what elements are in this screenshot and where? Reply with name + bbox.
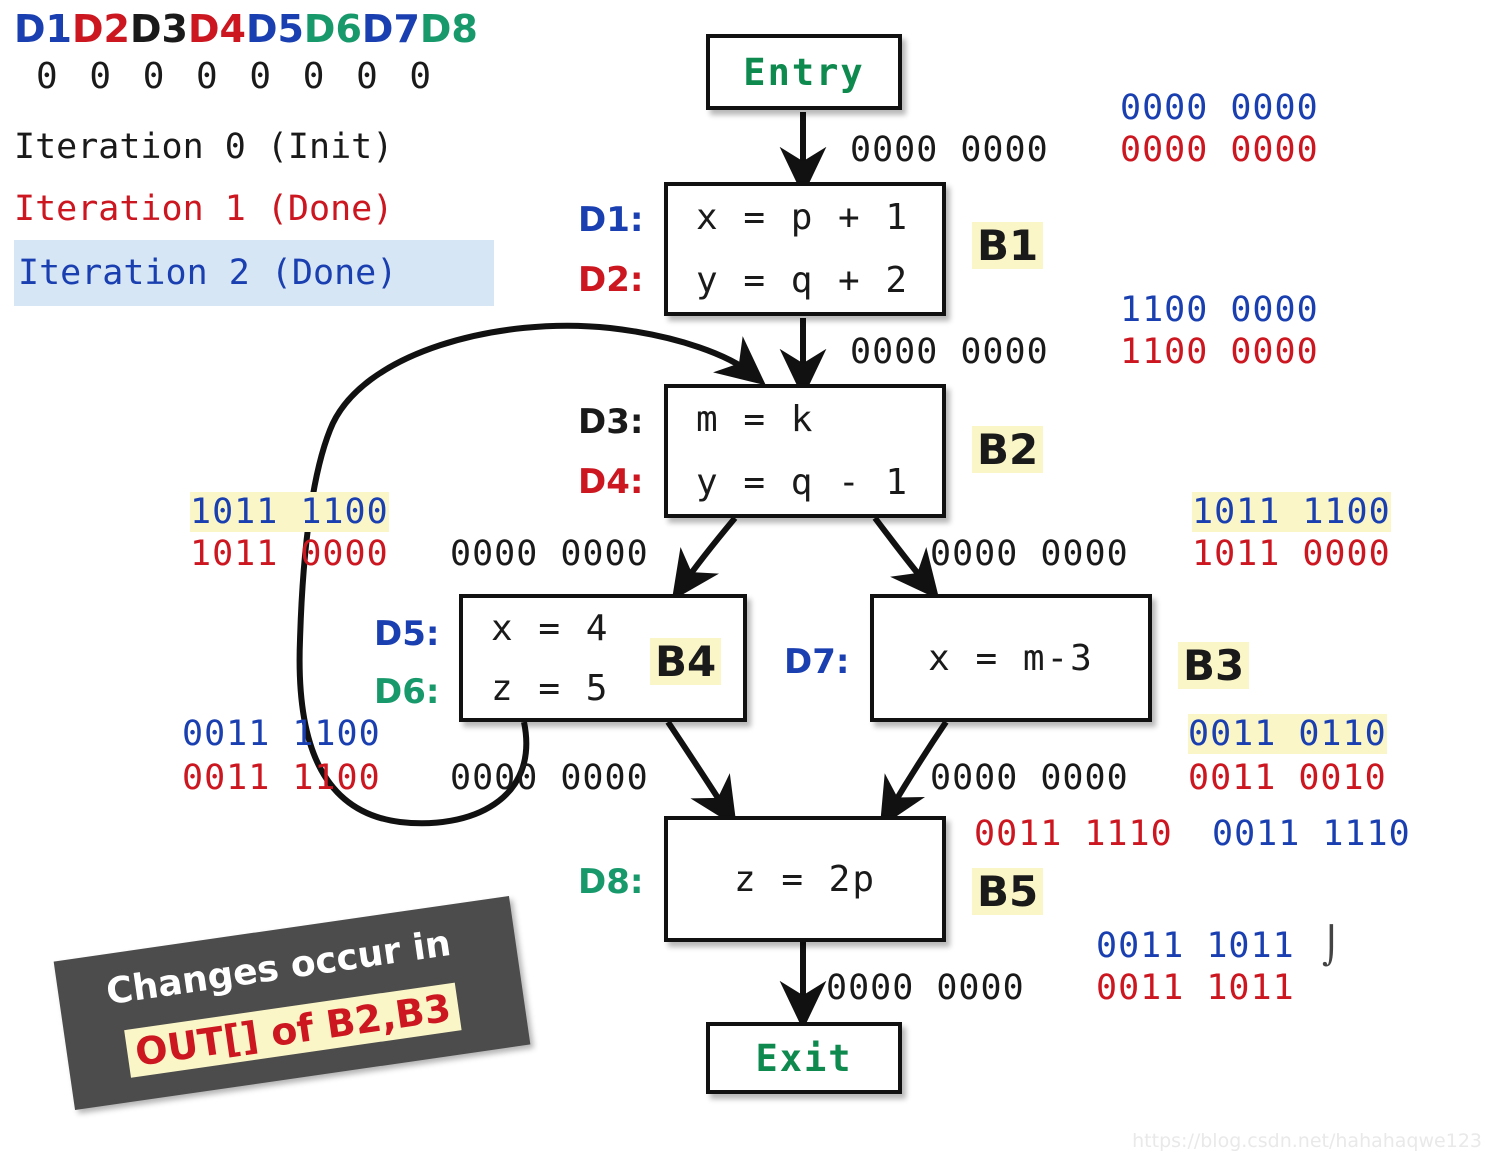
legend-bit-positions: 0 0 0 0 0 0 0 0	[36, 56, 437, 97]
bits-b2-out-black: 0000 0000	[930, 534, 1129, 574]
block-b1-stmt-1: y = q + 2	[696, 260, 910, 301]
legend-def-id-5: D6	[303, 7, 362, 51]
block-b2-stmt-0: m = k	[696, 399, 815, 440]
bits-b1-out-blue: 1100 0000	[1120, 290, 1319, 330]
bits-b2-in-blue: 1011 1100	[190, 492, 389, 533]
def-label-d7: D7:	[784, 642, 850, 682]
bits-b5-out-blue: 0011 1011	[1096, 926, 1295, 966]
block-b1-stmt-0: x = p + 1	[696, 197, 910, 238]
exit-label: Exit	[755, 1036, 853, 1080]
text-cursor-icon: ⌡	[1322, 926, 1341, 967]
bits-b2-out-red: 1011 0000	[1192, 534, 1391, 574]
dataflow-analysis-diagram: D1D2D3D4D5D6D7D8 0 0 0 0 0 0 0 0 Iterati…	[0, 0, 1490, 1158]
legend-def-id-1: D2	[71, 7, 130, 51]
entry-node[interactable]: Entry	[706, 34, 902, 110]
def-label-d6: D6:	[374, 672, 440, 712]
legend-iteration-2: Iteration 2 (Done)	[14, 240, 494, 306]
def-label-d4: D4:	[578, 462, 644, 502]
entry-label: Entry	[743, 50, 865, 94]
block-b3-stmt-0: x = m-3	[928, 637, 1094, 679]
bits-b5-out-black: 0000 0000	[826, 968, 1025, 1008]
bits-entry-out-black: 0000 0000	[850, 130, 1049, 170]
bits-b2-out-blue: 1011 1100	[1192, 492, 1391, 533]
bits-b1-out-black: 0000 0000	[850, 332, 1049, 372]
block-b1[interactable]: x = p + 1 y = q + 2	[664, 182, 946, 316]
bits-b3-out-black: 0000 0000	[930, 758, 1129, 798]
def-label-d8: D8:	[578, 862, 644, 902]
bits-b3-out-blue: 0011 0110	[1188, 714, 1387, 755]
block-badge-b2: B2	[972, 426, 1044, 473]
annotation-sticker: Changes occur in OUT[] of B2,B3	[53, 895, 531, 1111]
def-label-d2: D2:	[578, 260, 644, 300]
bits-b4-out-red: 0011 1100	[182, 758, 381, 798]
legend: D1D2D3D4D5D6D7D8 0 0 0 0 0 0 0 0 Iterati…	[14, 6, 494, 306]
bits-b5-in-red: 0011 1110	[974, 814, 1173, 854]
legend-def-ids-row: D1D2D3D4D5D6D7D8	[14, 6, 494, 52]
bits-b1-in-red: 0000 0000	[1120, 130, 1319, 170]
bits-b2-in-black: 0000 0000	[450, 534, 649, 574]
block-b2-stmt-1: y = q - 1	[696, 462, 910, 503]
legend-def-id-0: D1	[14, 7, 72, 51]
legend-iteration-0: Iteration 0 (Init)	[14, 127, 394, 167]
block-b5-stmt-0: z = 2p	[733, 858, 877, 900]
bits-b1-out-red: 1100 0000	[1120, 332, 1319, 372]
legend-def-id-2: D3	[129, 7, 188, 51]
legend-def-id-6: D7	[361, 7, 420, 51]
block-badge-b1: B1	[972, 222, 1044, 269]
def-label-d5: D5:	[374, 614, 440, 654]
legend-def-id-7: D8	[419, 7, 478, 51]
block-badge-b4: B4	[650, 638, 722, 685]
bits-b2-in-red: 1011 0000	[190, 534, 389, 574]
bits-b3-out-red: 0011 0010	[1188, 758, 1387, 798]
bits-b4-out-blue: 0011 1100	[182, 714, 381, 754]
bits-b1-in-blue: 0000 0000	[1120, 88, 1319, 128]
bits-b5-in-blue: 0011 1110	[1212, 814, 1411, 854]
block-b5[interactable]: z = 2p	[664, 816, 946, 942]
legend-iteration-1: Iteration 1 (Done)	[14, 189, 394, 229]
exit-node[interactable]: Exit	[706, 1022, 902, 1094]
block-badge-b5: B5	[972, 868, 1044, 915]
block-b4-stmt-0: x = 4	[491, 607, 610, 649]
watermark: https://blog.csdn.net/hahahaqwe123	[1132, 1130, 1482, 1152]
def-label-d1: D1:	[578, 200, 644, 240]
legend-def-id-3: D4	[187, 7, 246, 51]
def-label-d3: D3:	[578, 402, 644, 442]
bits-b4-out-black: 0000 0000	[450, 758, 649, 798]
bits-b5-out-red: 0011 1011	[1096, 968, 1295, 1008]
block-b3[interactable]: x = m-3	[870, 594, 1152, 722]
block-badge-b3: B3	[1178, 642, 1250, 689]
block-b2[interactable]: m = k y = q - 1	[664, 384, 946, 518]
legend-def-id-4: D5	[245, 7, 304, 51]
block-b4-stmt-1: z = 5	[491, 667, 610, 709]
